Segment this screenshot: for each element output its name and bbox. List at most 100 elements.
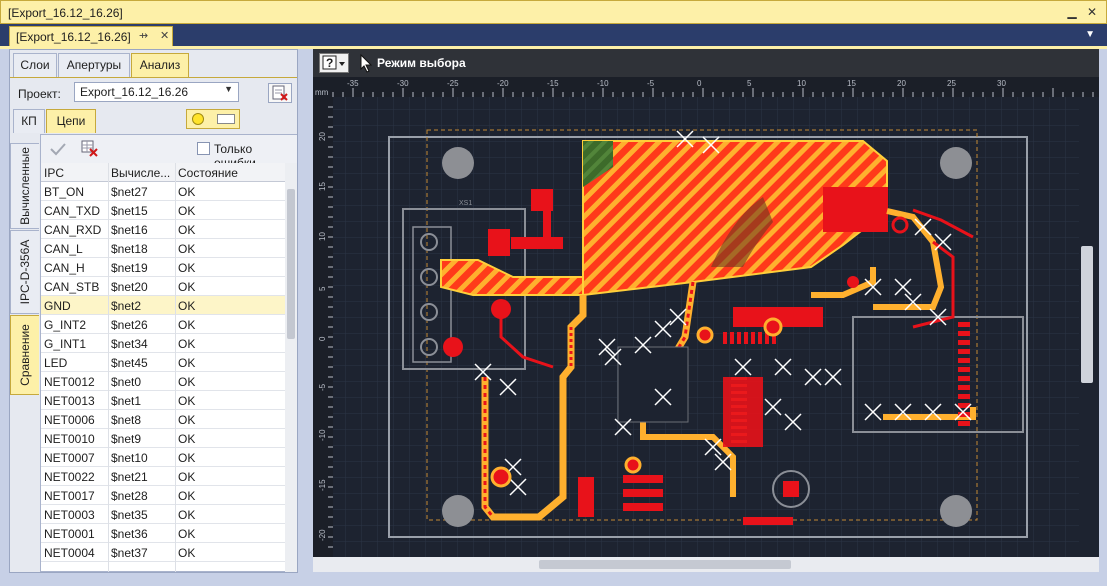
vtab-ipc[interactable]: IPC-D-356A [10,230,39,314]
copper-pad[interactable] [623,503,663,511]
table-row[interactable]: BT_ON $net27 OK [41,182,285,201]
table-row[interactable]: GND $net2 OK [41,296,285,315]
tab-nets[interactable]: Цепи [46,109,96,133]
scroll-thumb[interactable] [1081,246,1093,383]
copper-pad[interactable] [623,489,663,497]
scroll-thumb[interactable] [287,189,295,339]
tab-apertures[interactable]: Апертуры [58,53,130,77]
column-header[interactable]: Вычисле... [111,166,175,180]
copper-pad[interactable] [958,394,970,399]
table-row[interactable]: NET0017 $net28 OK [41,486,285,505]
table-row[interactable]: NET0010 $net9 OK [41,429,285,448]
table-row[interactable]: CAN_L $net18 OK [41,239,285,258]
help-mode-button[interactable]: ? [319,53,349,73]
table-cell: OK [178,204,196,218]
table-row[interactable]: NET0001 $net36 OK [41,524,285,543]
nets-content: Только ошибки IPCВычисле...СостояниеBT_O… [40,134,297,572]
reload-project-button[interactable] [268,83,292,103]
table-row[interactable]: NET0022 $net21 OK [41,467,285,486]
tab-analysis[interactable]: Анализ [131,53,189,77]
copper-trace[interactable] [543,209,551,239]
table-row[interactable]: G_INT2 $net26 OK [41,315,285,334]
project-select[interactable]: Export_16.12_16.26 ▼ [74,82,239,102]
copper-pad[interactable] [958,322,970,327]
copper-pad[interactable] [783,481,799,497]
copper-pad[interactable] [723,377,763,447]
table-cell: $net0 [111,375,142,389]
table-row[interactable]: LED $net45 OK [41,353,285,372]
table-row[interactable]: CAN_STB $net20 OK [41,277,285,296]
ic-pin[interactable] [751,332,755,344]
table-row[interactable]: NET0003 $net35 OK [41,505,285,524]
table-row[interactable]: NET0012 $net0 OK [41,372,285,391]
tab-pads[interactable]: КП [13,109,45,133]
table-row[interactable]: NET0013 $net1 OK [41,391,285,410]
ruler-x-label: 20 [897,79,906,88]
ic-pin[interactable] [744,332,748,344]
copper-pad[interactable] [823,187,888,232]
tab-layers[interactable]: Слои [13,53,57,77]
nets-table: IPC Вычисле... Состояние BT_ON $net27 OK CAN_T… [41,163,285,572]
table-cell: OK [178,318,196,332]
ic-pin[interactable] [758,332,762,344]
ruler-top [313,77,1099,97]
pin-icon[interactable]: ⇸ [139,29,148,42]
copper-trace[interactable] [511,237,563,249]
copper-pad[interactable] [958,421,970,426]
vtab-compare[interactable]: Сравнение [10,315,39,395]
copper-pad[interactable] [958,376,970,381]
table-scrollbar[interactable] [285,163,297,572]
table-cell: NET0003 [44,508,95,522]
copper-pad[interactable] [488,229,510,256]
pcb-canvas[interactable]: -35 -30 -25 -20 -15 -10 -5 0 5 10 15 20 25 30 20 15 10 5… [313,77,1099,557]
copper-pad[interactable] [743,517,793,525]
ruler-x-label: 5 [747,79,752,88]
close-window-icon[interactable]: ✕ [1082,3,1102,21]
copper-pad[interactable] [958,367,970,372]
horizontal-scrollbar[interactable] [313,557,1099,572]
table-cell: CAN_TXD [44,204,101,218]
ic-pin[interactable] [723,332,727,344]
check-icon[interactable] [49,141,67,157]
table-row[interactable]: G_INT1 $net34 OK [41,334,285,353]
tab-menu-icon[interactable]: ▼ [1085,29,1095,40]
copper-pad[interactable] [958,349,970,354]
table-cell: $net45 [111,356,148,370]
table-row[interactable]: CAN_RXD $net16 OK [41,220,285,239]
copper-pad[interactable] [958,331,970,336]
highlight-color-button[interactable] [186,109,240,129]
errors-only-checkbox[interactable] [197,142,210,155]
minimize-icon[interactable]: ▁ [1062,3,1082,21]
copper-pad[interactable] [578,477,594,517]
highlighted-pad[interactable] [696,326,714,344]
ic-pin[interactable] [730,332,734,344]
copper-via[interactable] [847,276,859,288]
table-row[interactable]: CAN_H $net19 OK [41,258,285,277]
copper-pad[interactable] [958,385,970,390]
highlighted-pad[interactable] [490,466,512,488]
copper-pad[interactable] [958,358,970,363]
table-row[interactable]: NET0006 $net8 OK [41,410,285,429]
document-tab[interactable]: [Export_16.12_16.26] ⇸ ✕ [9,26,173,46]
table-row[interactable]: NET0004 $net37 OK [41,543,285,562]
column-header[interactable]: Состояние [178,166,278,180]
close-tab-icon[interactable]: ✕ [160,29,169,42]
copper-pad[interactable] [623,475,663,483]
vertical-scrollbar[interactable] [1078,231,1096,557]
table-cell: $net19 [111,261,148,275]
highlighted-pad[interactable] [763,317,783,337]
grid-delete-icon[interactable] [81,140,99,158]
pcb-view[interactable]: -35 -30 -25 -20 -15 -10 -5 0 5 10 15 20 25 30 20 15 10 5… [313,77,1099,557]
column-header[interactable]: IPC [44,166,108,180]
copper-pad[interactable] [531,189,553,211]
vtab-computed[interactable]: Вычисленные [10,143,39,229]
copper-pad[interactable] [958,340,970,345]
scroll-thumb[interactable] [539,560,791,569]
highlighted-pad[interactable] [624,456,642,474]
ic-pin[interactable] [737,332,741,344]
table-row[interactable]: NET0007 $net10 OK [41,448,285,467]
table-row[interactable]: CAN_TXD $net15 OK [41,201,285,220]
table-cell: NET0012 [44,375,95,389]
table-cell: OK [178,223,196,237]
copper-via[interactable] [443,337,463,357]
